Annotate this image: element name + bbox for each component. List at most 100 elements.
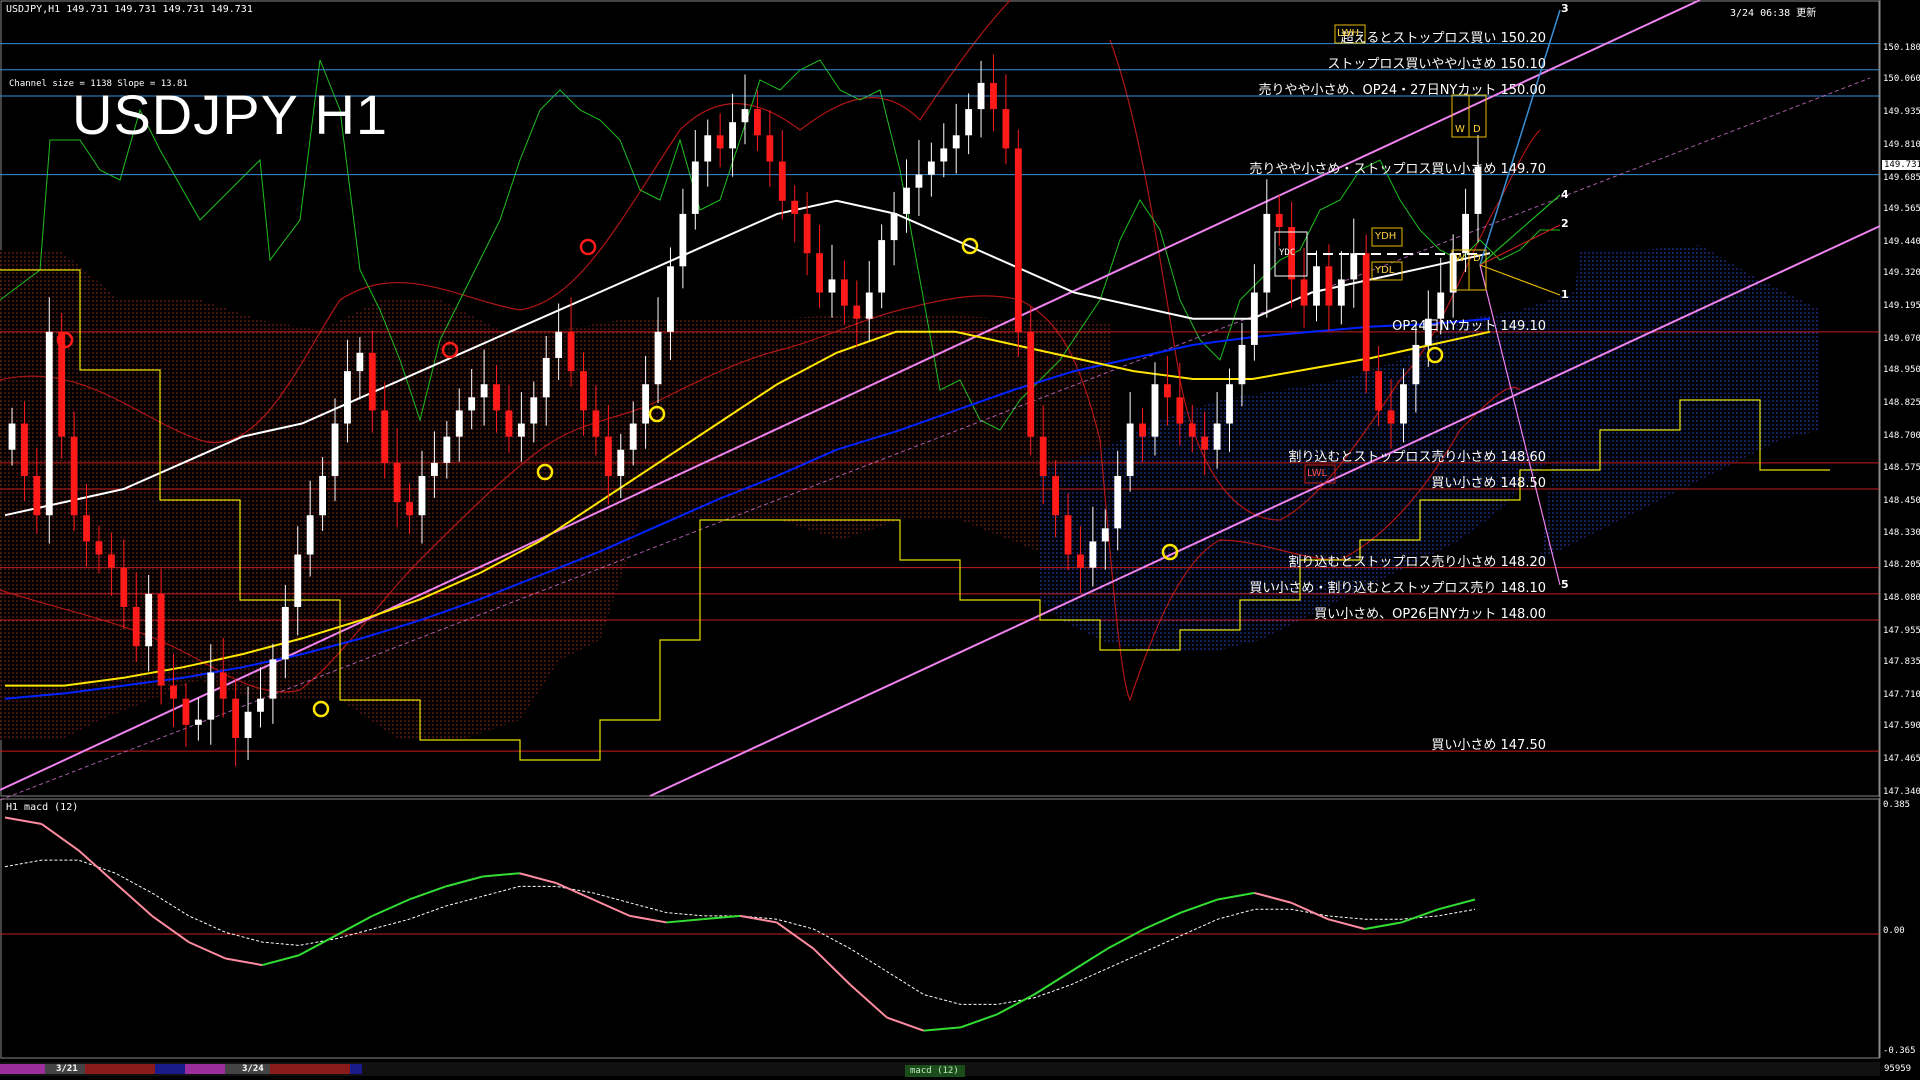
candle-bear (182, 698, 190, 725)
date-label-2: 3/24 (242, 1064, 264, 1074)
level-label: 売りやや小さめ、OP24・27日NYカット 150.00 (1258, 82, 1546, 98)
macd-segment (1180, 898, 1219, 914)
candle-bear (1201, 436, 1209, 450)
candle-bear (791, 200, 799, 214)
proj-label-3: 3 (1561, 2, 1569, 15)
proj-label-5: 5 (1561, 578, 1569, 591)
price-tick: 147.710 (1883, 690, 1920, 701)
candle-bear (95, 541, 103, 555)
macd-segment (335, 914, 373, 937)
price-tick: 149.070 (1883, 333, 1920, 344)
candle-bull (1226, 384, 1233, 424)
candle-bear (592, 410, 600, 437)
level-label: 買い小さめ 148.50 (1431, 476, 1546, 492)
d2-label: D (1473, 253, 1481, 264)
candle-bull (940, 148, 948, 162)
price-tick: 149.810 (1883, 139, 1920, 150)
macd-segment (77, 849, 116, 884)
price-tick: 149.685 (1883, 172, 1920, 183)
chart-title: USDJPY H1 (72, 83, 389, 146)
proj-line-2 (1479, 224, 1561, 266)
candle-bear (1077, 554, 1084, 568)
macd-segment (482, 872, 520, 878)
macd-pane-title: H1 macd (12) (6, 802, 79, 813)
candle-bear (1325, 266, 1333, 306)
candle-bear (1064, 515, 1072, 555)
candle-bull (430, 462, 438, 476)
macd-tick: 0.00 (1883, 926, 1905, 937)
candle-bull (927, 161, 935, 175)
proj-line-3 (1479, 9, 1561, 266)
proj-label-2: 2 (1561, 217, 1569, 230)
candle-bear (754, 109, 761, 136)
candle-bull (691, 161, 699, 214)
candle-bull (903, 187, 910, 214)
price-tick: 148.080 (1883, 593, 1920, 604)
price-tick: 147.590 (1883, 721, 1920, 732)
macd-segment (41, 823, 80, 852)
candle-bear (1163, 384, 1171, 398)
candle-bear (120, 567, 128, 607)
candle-bull (45, 331, 53, 516)
level-label: OP24日NYカット 149.10 (1392, 318, 1546, 334)
candle-bear (132, 606, 140, 647)
candle-bull (865, 292, 873, 319)
candle-bull (704, 135, 712, 162)
session-bar (85, 1064, 155, 1074)
macd-segment (849, 984, 888, 1019)
price-tick: 149.440 (1883, 236, 1920, 247)
candle-bear (990, 82, 997, 110)
price-tick: 148.205 (1883, 560, 1920, 571)
macd-segment (298, 934, 337, 957)
macd-segment (4, 816, 42, 826)
price-tick: 149.195 (1883, 300, 1920, 311)
candle-bear (803, 213, 811, 254)
macd-segment (1254, 891, 1292, 904)
session-bar (0, 1064, 45, 1074)
candle-bear (33, 475, 41, 516)
candle-bear (157, 593, 165, 686)
candle-bull (455, 410, 463, 437)
macd-segment (188, 941, 226, 960)
ydc-label: YDC (1279, 248, 1296, 258)
candle-bear (1300, 279, 1308, 306)
candle-bear (716, 135, 724, 149)
macd-tick: 0.385 (1883, 800, 1911, 810)
candle-bull (890, 213, 898, 241)
macd-segment (1327, 918, 1366, 930)
level-label: 割り込むとストップロス売り小さめ 148.20 (1288, 554, 1546, 570)
w2-label: W (1455, 253, 1465, 264)
price-chart[interactable] (0, 0, 1920, 1080)
candle-bull (1263, 213, 1271, 293)
candle-bear (393, 462, 401, 503)
proj-label-4: 4 (1561, 188, 1569, 201)
candle-bull (1238, 344, 1246, 385)
level-label: 売りやや小さめ・ストップロス買い小さめ 149.70 (1249, 161, 1546, 177)
candle-bear (1176, 397, 1184, 424)
candle-bull (319, 475, 327, 516)
candle-bear (232, 698, 240, 738)
session-bar (155, 1064, 185, 1074)
candle-bull (1350, 253, 1358, 280)
candle-bull (741, 109, 749, 123)
macd-segment (923, 1026, 961, 1032)
macd-segment (812, 947, 851, 986)
candle-bear (107, 554, 115, 568)
macd-segment (1364, 921, 1402, 930)
price-tick: 147.465 (1883, 754, 1920, 765)
candle-bull (542, 358, 550, 398)
price-tick: 150.180 (1883, 42, 1920, 53)
candle-bull (1089, 541, 1097, 568)
candle-bear (219, 672, 227, 699)
w-label: W (1455, 124, 1465, 135)
candle-bull (418, 475, 426, 516)
candle-bear (766, 135, 774, 162)
candle-bull (331, 423, 339, 476)
macd-segment (1437, 898, 1476, 911)
candle-bull (1462, 213, 1469, 254)
candle-bull (306, 515, 314, 555)
macd-segment (445, 875, 484, 888)
candle-bull (1151, 384, 1159, 437)
candle-bear (853, 305, 861, 319)
candle-bull (344, 371, 351, 424)
